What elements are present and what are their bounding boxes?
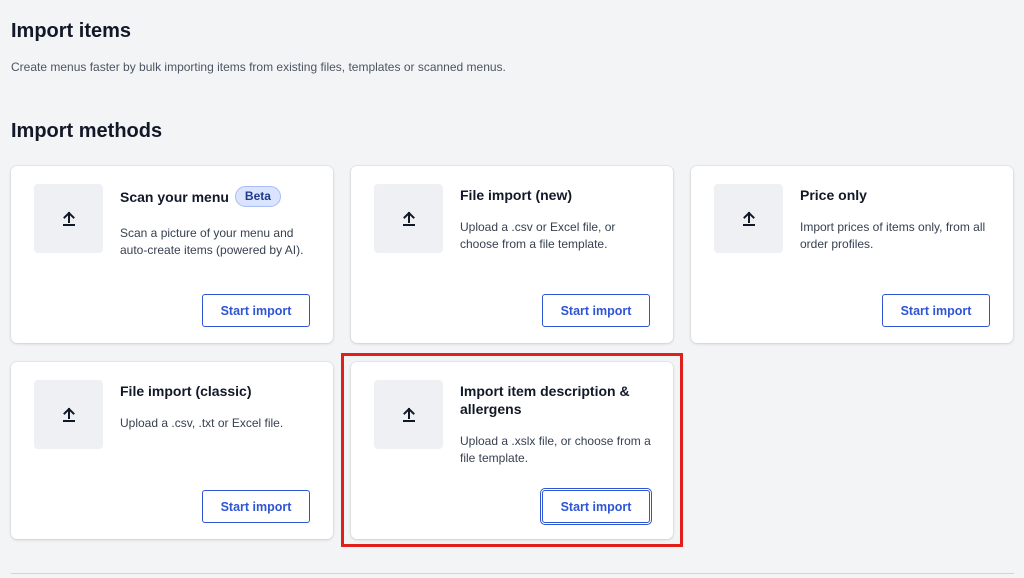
start-import-button[interactable]: Start import [202,294,310,327]
import-card-file-new: File import (new) Upload a .csv or Excel… [351,166,673,343]
card-title: File import (new) [460,187,572,203]
beta-badge: Beta [234,186,281,207]
upload-icon [714,184,783,253]
start-import-button[interactable]: Start import [882,294,990,327]
card-title: File import (classic) [120,383,252,399]
import-card-price-only: Price only Import prices of items only, … [691,166,1013,343]
start-import-button[interactable]: Start import [542,490,650,523]
page-title: Import items [11,20,132,42]
section-title: Import methods [11,120,163,142]
upload-icon [374,380,443,449]
import-card-description-allergens: Import item description & allergens Uplo… [351,362,673,539]
card-description: Scan a picture of your menu and auto-cre… [120,226,304,257]
page-subtitle: Create menus faster by bulk importing it… [11,60,506,74]
card-description: Upload a .csv or Excel file, or choose f… [460,220,616,251]
card-description: Upload a .xslx file, or choose from a fi… [460,434,651,465]
card-title: Import item description & allergens [460,383,630,417]
divider [11,573,1014,574]
import-card-file-classic: File import (classic) Upload a .csv, .tx… [11,362,333,539]
card-title: Price only [800,187,867,203]
card-title: Scan your menu Beta [120,186,315,207]
upload-icon [374,184,443,253]
import-card-scan-menu: Scan your menu Beta Scan a picture of yo… [11,166,333,343]
card-description: Import prices of items only, from all or… [800,220,986,251]
upload-icon [34,380,103,449]
card-description: Upload a .csv, .txt or Excel file. [120,416,284,430]
start-import-button[interactable]: Start import [542,294,650,327]
upload-icon [34,184,103,253]
card-title-text: Scan your menu [120,188,229,205]
start-import-button[interactable]: Start import [202,490,310,523]
